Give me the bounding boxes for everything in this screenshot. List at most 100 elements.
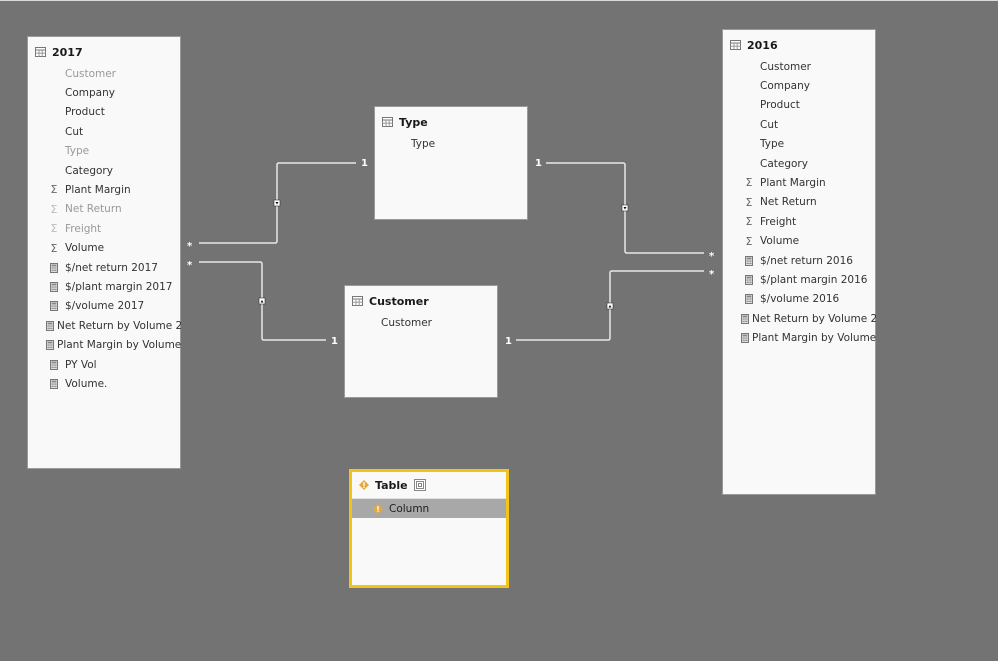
hidden-table-icon[interactable] (413, 479, 426, 491)
field-label: Company (65, 86, 115, 99)
field-row[interactable]: Company (46, 83, 181, 102)
calculator-icon (741, 274, 757, 285)
field-label: $/net return 2017 (65, 261, 158, 274)
warning-icon (359, 480, 369, 490)
calculator-icon (46, 301, 62, 312)
table-card-2017[interactable]: 2017 Customer Company Product Cut Type Catego… (27, 36, 181, 469)
cardinality-many: * (709, 251, 715, 262)
field-label: Customer (381, 316, 433, 329)
field-label: Company (760, 79, 810, 92)
table-header[interactable]: 2017 (35, 44, 83, 60)
sigma-icon: Σ (50, 222, 58, 236)
field-row[interactable]: $/plant margin 2017 (46, 277, 181, 296)
field-row[interactable]: Customer (46, 64, 181, 83)
field-row[interactable]: Type (741, 135, 876, 154)
field-label: Freight (760, 215, 797, 228)
field-row[interactable]: Σ Plant Margin (741, 173, 876, 192)
table-card-type[interactable]: Type Type (374, 106, 528, 220)
field-row-selected[interactable]: Column (352, 498, 506, 518)
field-label: Cut (760, 118, 779, 131)
field-row[interactable]: Cut (46, 122, 181, 141)
field-row[interactable]: Σ Freight (741, 212, 876, 231)
field-row[interactable]: Customer (741, 57, 876, 76)
field-row[interactable]: Σ Volume (741, 232, 876, 251)
table-card-customer[interactable]: Customer Customer (344, 285, 498, 398)
field-label: Volume (760, 235, 800, 248)
field-label: Plant Margin (760, 176, 826, 189)
field-label: Plant Margin (65, 183, 131, 196)
field-label: $/plant margin 2017 (65, 280, 173, 293)
field-row[interactable]: Σ Freight (46, 219, 181, 238)
field-row[interactable]: Plant Margin by Volume (46, 336, 181, 355)
field-row[interactable]: Net Return by Volume 2 (46, 316, 181, 335)
field-label: $/plant margin 2016 (760, 273, 868, 286)
field-row[interactable]: $/volume 2017 (46, 297, 181, 316)
sigma-icon: Σ (50, 241, 58, 255)
sigma-icon: Σ (745, 195, 753, 209)
cardinality-one: 1 (535, 158, 542, 169)
table-header[interactable]: Customer (352, 293, 429, 309)
calculator-icon (46, 359, 62, 370)
calculator-icon (46, 340, 54, 351)
calculator-icon (46, 320, 54, 331)
calculator-icon (741, 333, 749, 344)
cardinality-many: * (187, 241, 193, 252)
field-row[interactable]: Σ Volume (46, 239, 181, 258)
field-row[interactable]: Customer (381, 313, 432, 332)
field-label: PY Vol (65, 358, 97, 371)
sigma-icon: Σ (50, 183, 58, 197)
field-row[interactable]: Plant Margin by Volume (741, 329, 876, 348)
table-card-table[interactable]: Table Column (349, 469, 509, 588)
table-icon (35, 47, 46, 57)
table-card-2016[interactable]: 2016 Customer Company Product Cut Type Catego… (722, 29, 876, 495)
cardinality-one: 1 (361, 158, 368, 169)
field-row[interactable]: Company (741, 76, 876, 95)
field-row[interactable]: $/net return 2016 (741, 251, 876, 270)
field-row[interactable]: Cut (741, 115, 876, 134)
field-row[interactable]: Category (46, 161, 181, 180)
field-row[interactable]: Volume. (46, 374, 181, 393)
field-row[interactable]: Net Return by Volume 2 (741, 309, 876, 328)
field-label: Customer (760, 60, 812, 73)
field-label: Freight (65, 222, 102, 235)
field-label: Plant Margin by Volume (752, 332, 876, 345)
field-row[interactable]: Σ Net Return (741, 193, 876, 212)
field-row[interactable]: Type (411, 134, 435, 153)
field-row[interactable]: Category (741, 154, 876, 173)
table-header[interactable]: Type (382, 114, 428, 130)
field-label: Cut (65, 125, 84, 138)
table-title: 2016 (747, 38, 778, 52)
field-label: Category (65, 164, 113, 177)
calculator-icon (46, 281, 62, 292)
field-row[interactable]: PY Vol (46, 355, 181, 374)
table-icon (382, 117, 393, 127)
sigma-icon: Σ (745, 234, 753, 248)
field-label: $/volume 2016 (760, 293, 840, 306)
cardinality-one: 1 (331, 336, 338, 347)
cardinality-one: 1 (505, 336, 512, 347)
field-label: Net Return (65, 203, 122, 216)
field-label: Net Return (760, 196, 817, 209)
calculator-icon (46, 262, 62, 273)
field-label: $/volume 2017 (65, 300, 145, 313)
field-row[interactable]: Σ Net Return (46, 200, 181, 219)
table-title: Type (399, 115, 428, 129)
field-label: Net Return by Volume 2 (752, 312, 876, 325)
field-row[interactable]: Product (46, 103, 181, 122)
field-row[interactable]: $/volume 2016 (741, 290, 876, 309)
field-label: Type (65, 145, 90, 158)
field-row[interactable]: Product (741, 96, 876, 115)
field-row[interactable]: Type (46, 142, 181, 161)
table-header[interactable]: Table (359, 477, 426, 493)
sigma-icon: Σ (745, 215, 753, 229)
table-header[interactable]: 2016 (730, 37, 778, 53)
field-label: Type (411, 137, 436, 150)
field-row[interactable]: $/plant margin 2016 (741, 270, 876, 289)
table-title: 2017 (52, 45, 83, 59)
sigma-icon: Σ (50, 202, 58, 216)
field-row[interactable]: $/net return 2017 (46, 258, 181, 277)
field-row[interactable]: Σ Plant Margin (46, 180, 181, 199)
table-icon (730, 40, 741, 50)
calculator-icon (46, 378, 62, 389)
field-label: Type (760, 138, 785, 151)
